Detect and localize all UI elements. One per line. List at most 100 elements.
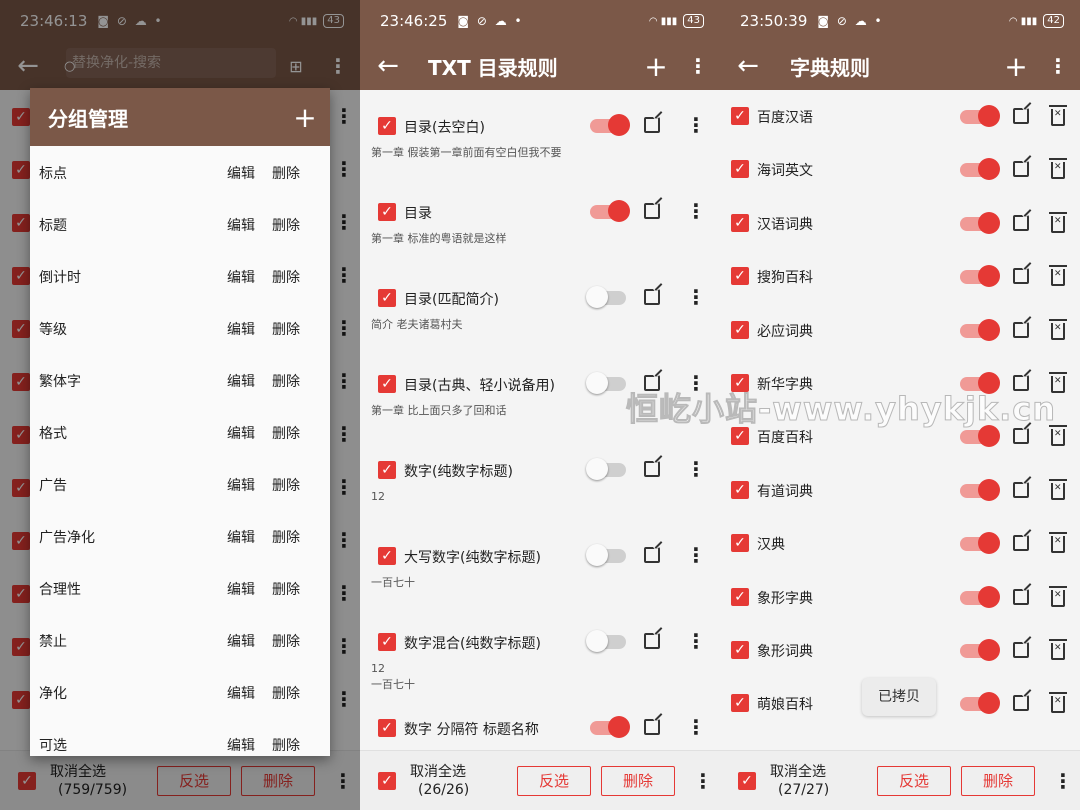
delete-icon[interactable] xyxy=(1049,158,1067,180)
dict-checkbox[interactable]: ✓ xyxy=(731,694,749,713)
rule-item[interactable]: ✓ 数字(纯数字标题) ⋮ 12 xyxy=(360,434,720,520)
rule-checkbox[interactable]: ✓ xyxy=(378,633,396,651)
edit-icon[interactable] xyxy=(1013,588,1029,605)
rule-item[interactable]: ✓ 数字 分隔符 标题名称 ⋮ xyxy=(360,692,720,750)
rule-checkbox[interactable]: ✓ xyxy=(378,547,396,565)
delete-icon[interactable] xyxy=(1049,265,1067,287)
dict-enable-toggle[interactable] xyxy=(960,532,1000,555)
delete-group-button[interactable]: 删除 xyxy=(272,267,300,287)
dict-checkbox[interactable]: ✓ xyxy=(731,587,749,606)
rule-checkbox[interactable]: ✓ xyxy=(378,461,396,479)
rule-enable-toggle[interactable] xyxy=(586,630,626,652)
rule-checkbox[interactable]: ✓ xyxy=(378,289,396,307)
delete-icon[interactable] xyxy=(1049,639,1067,660)
delete-button[interactable]: 删除 xyxy=(601,766,675,796)
dict-checkbox[interactable]: ✓ xyxy=(731,213,749,232)
rule-checkbox[interactable]: ✓ xyxy=(378,719,396,737)
delete-group-button[interactable]: 删除 xyxy=(272,423,300,443)
rule-checkbox[interactable]: ✓ xyxy=(378,117,396,135)
dict-enable-toggle[interactable] xyxy=(960,158,1000,181)
invert-selection-button[interactable]: 反选 xyxy=(517,766,591,796)
rule-item[interactable]: ✓ 数字混合(纯数字标题) ⋮ 12 一百七十 xyxy=(360,606,720,692)
edit-icon[interactable] xyxy=(1013,214,1029,231)
delete-icon[interactable] xyxy=(1049,211,1067,233)
rule-enable-toggle[interactable] xyxy=(586,544,626,566)
add-icon[interactable]: + xyxy=(996,50,1036,83)
dict-item[interactable]: ✓ 搜狗百科 xyxy=(720,250,1080,303)
delete-icon[interactable] xyxy=(1049,425,1067,447)
back-arrow-icon[interactable]: ← xyxy=(360,51,416,81)
delete-icon[interactable] xyxy=(1049,692,1067,714)
dict-checkbox[interactable]: ✓ xyxy=(731,641,749,659)
edit-icon[interactable] xyxy=(1013,642,1029,658)
more-icon[interactable]: ⋮ xyxy=(686,201,706,221)
delete-group-button[interactable]: 删除 xyxy=(272,527,300,547)
dict-item[interactable]: ✓ 海词英文 xyxy=(720,143,1080,196)
edit-group-button[interactable]: 编辑 xyxy=(227,475,255,495)
rule-enable-toggle[interactable] xyxy=(586,286,626,308)
delete-group-button[interactable]: 删除 xyxy=(272,683,300,703)
dict-item[interactable]: ✓ 汉语词典 xyxy=(720,197,1080,250)
delete-group-button[interactable]: 删除 xyxy=(272,319,300,339)
more-options-icon[interactable]: ⋮ xyxy=(693,771,713,791)
dict-enable-toggle[interactable] xyxy=(960,478,1000,501)
invert-selection-button[interactable]: 反选 xyxy=(877,766,951,796)
dict-checkbox[interactable]: ✓ xyxy=(731,107,749,125)
dict-item[interactable]: ✓ 必应词典 xyxy=(720,304,1080,357)
edit-icon[interactable] xyxy=(1013,535,1029,552)
delete-group-button[interactable]: 删除 xyxy=(272,475,300,495)
edit-icon[interactable] xyxy=(644,719,660,735)
delete-icon[interactable] xyxy=(1049,478,1067,500)
edit-icon[interactable] xyxy=(644,117,660,133)
more-options-icon[interactable]: ⋮ xyxy=(1036,54,1080,78)
delete-button[interactable]: 删除 xyxy=(961,766,1035,796)
dict-checkbox[interactable]: ✓ xyxy=(731,267,749,286)
dict-checkbox[interactable]: ✓ xyxy=(731,320,749,339)
edit-icon[interactable] xyxy=(644,203,660,219)
dict-enable-toggle[interactable] xyxy=(960,105,1000,127)
dict-checkbox[interactable]: ✓ xyxy=(731,534,749,553)
dict-item[interactable]: ✓ 象形词典 xyxy=(720,624,1080,677)
delete-icon[interactable] xyxy=(1049,585,1067,607)
dict-checkbox[interactable]: ✓ xyxy=(731,480,749,499)
delete-group-button[interactable]: 删除 xyxy=(272,579,300,599)
edit-group-button[interactable]: 编辑 xyxy=(227,735,255,755)
dict-checkbox[interactable]: ✓ xyxy=(731,160,749,179)
dict-enable-toggle[interactable] xyxy=(960,265,1000,288)
rule-checkbox[interactable]: ✓ xyxy=(378,375,396,393)
rule-enable-toggle[interactable] xyxy=(590,716,630,738)
edit-icon[interactable] xyxy=(1013,481,1029,498)
delete-group-button[interactable]: 删除 xyxy=(272,371,300,391)
dict-enable-toggle[interactable] xyxy=(960,425,1000,448)
dict-enable-toggle[interactable] xyxy=(960,585,1000,608)
edit-icon[interactable] xyxy=(644,289,660,305)
edit-group-button[interactable]: 编辑 xyxy=(227,579,255,599)
more-icon[interactable]: ⋮ xyxy=(686,717,706,737)
dict-checkbox[interactable]: ✓ xyxy=(731,427,749,446)
edit-group-button[interactable]: 编辑 xyxy=(227,631,255,651)
delete-group-button[interactable]: 删除 xyxy=(272,735,300,755)
rule-enable-toggle[interactable] xyxy=(590,114,630,136)
delete-group-button[interactable]: 删除 xyxy=(272,163,300,183)
edit-group-button[interactable]: 编辑 xyxy=(227,683,255,703)
edit-group-button[interactable]: 编辑 xyxy=(227,163,255,183)
select-all-checkbox[interactable]: ✓ xyxy=(738,772,756,790)
rule-item[interactable]: ✓ 目录 ⋮ 第一章 标准的粤语就是这样 xyxy=(360,176,720,262)
rule-enable-toggle[interactable] xyxy=(586,458,626,480)
dict-enable-toggle[interactable] xyxy=(960,692,1000,715)
delete-icon[interactable] xyxy=(1049,105,1067,126)
more-icon[interactable]: ⋮ xyxy=(686,459,706,479)
more-icon[interactable]: ⋮ xyxy=(686,631,706,651)
rule-checkbox[interactable]: ✓ xyxy=(378,203,396,221)
dict-item[interactable]: ✓ 有道词典 xyxy=(720,464,1080,517)
edit-icon[interactable] xyxy=(644,547,660,563)
add-icon[interactable]: + xyxy=(636,50,676,83)
more-options-icon[interactable]: ⋮ xyxy=(1053,771,1073,791)
edit-icon[interactable] xyxy=(1013,108,1029,124)
edit-group-button[interactable]: 编辑 xyxy=(227,267,255,287)
dict-item[interactable]: ✓ 汉典 xyxy=(720,517,1080,570)
edit-group-button[interactable]: 编辑 xyxy=(227,215,255,235)
delete-group-button[interactable]: 删除 xyxy=(272,631,300,651)
more-options-icon[interactable]: ⋮ xyxy=(676,54,720,78)
dict-enable-toggle[interactable] xyxy=(960,318,1000,341)
